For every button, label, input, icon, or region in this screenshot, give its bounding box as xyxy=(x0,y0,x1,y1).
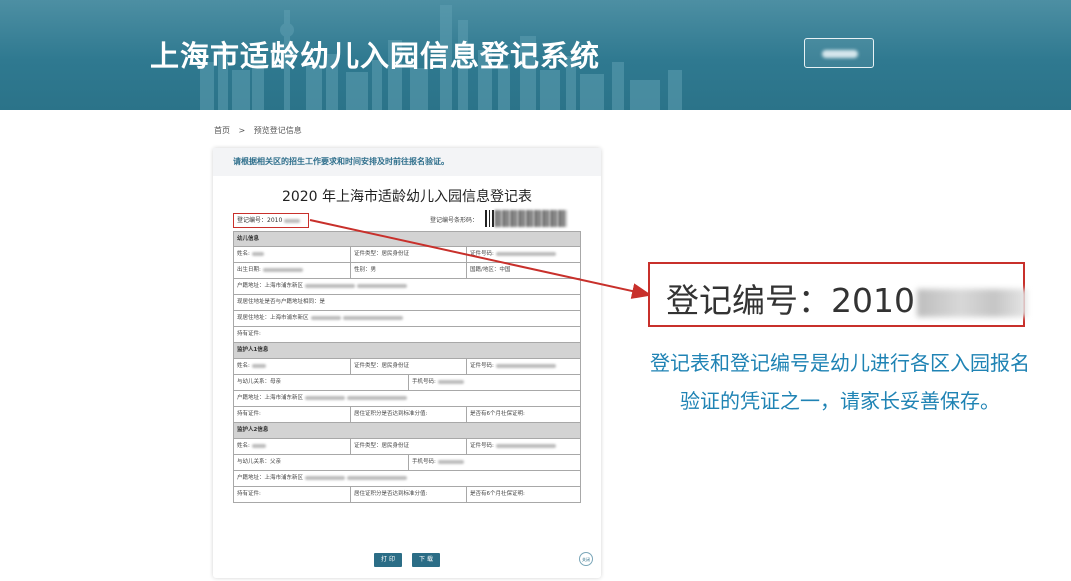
child-nation: 国籍/地区：中国 xyxy=(466,263,582,278)
guardian2-score: 居住证积分是否达到标准分值: xyxy=(350,487,466,502)
child-same-address: 现居住地址是否与户籍地址相同：是 xyxy=(237,299,326,305)
barcode-label: 登记编号条形码： xyxy=(430,217,479,224)
instruction-caption: 登记表和登记编号是幼儿进行各区入园报名 验证的凭证之一，请家长妥善保存。 xyxy=(620,344,1060,420)
breadcrumb-current: 预览登记信息 xyxy=(253,126,302,135)
section-guardian2-info: 监护人2信息 xyxy=(233,423,581,439)
section-title: 监护人1信息 xyxy=(237,347,269,353)
download-button[interactable]: 下 载 xyxy=(412,553,440,567)
guardian2-hukou: 户籍地址：上海市浦东新区 xyxy=(237,475,304,481)
table-row: 与幼儿关系：父亲 手机号码: xyxy=(233,455,581,471)
caption-line-1: 登记表和登记编号是幼儿进行各区入园报名 xyxy=(650,351,1030,375)
header-banner: 上海市适龄幼儿入园信息登记系统 xyxy=(0,0,1071,110)
registration-form-table: 幼儿信息 姓名: 证件类型：居民身份证 证件号码: 出生日期: 性别：男 国籍/… xyxy=(233,231,581,503)
section-title: 监护人2信息 xyxy=(237,427,269,433)
form-title: 2020 年上海市适龄幼儿入园信息登记表 xyxy=(281,189,533,205)
guardian1-id-type: 证件类型：居民身份证 xyxy=(350,359,466,374)
child-name: 姓名: xyxy=(237,251,250,257)
guardian1-insurance: 是否有6个月社保证明: xyxy=(466,407,582,422)
registration-number-field: 登记编号：2010 xyxy=(233,213,309,228)
guardian1-score: 居住证积分是否达到标准分值: xyxy=(350,407,466,422)
blurred-button-label xyxy=(822,50,858,58)
table-row: 户籍地址：上海市浦东新区 xyxy=(233,471,581,487)
table-row: 现居住地址：上海市浦东新区 xyxy=(233,311,581,327)
child-gender: 性别：男 xyxy=(350,263,466,278)
redacted-digits xyxy=(916,288,1027,317)
child-id-no: 证件号码: xyxy=(470,251,494,257)
registration-number-text: 登记编号：2010 xyxy=(237,217,283,224)
registration-card: 请根据相关区的招生工作要求和时间安排及时前往报名验证。 2020 年上海市适龄幼… xyxy=(213,148,601,578)
site-title: 上海市适龄幼儿入园信息登记系统 xyxy=(150,39,601,73)
child-live-address: 现居住地址：上海市浦东新区 xyxy=(237,315,309,321)
child-birth: 出生日期: xyxy=(237,267,261,273)
guardian2-id-type: 证件类型：居民身份证 xyxy=(350,439,466,454)
caption-line-2: 验证的凭证之一，请家长妥善保存。 xyxy=(680,389,1000,413)
section-guardian1-info: 监护人1信息 xyxy=(233,343,581,359)
guardian2-id-no: 证件号码: xyxy=(470,443,494,449)
guardian1-name: 姓名: xyxy=(237,363,250,369)
table-row: 与幼儿关系：母亲 手机号码: xyxy=(233,375,581,391)
child-id-type: 证件类型：居民身份证 xyxy=(350,247,466,262)
table-row: 户籍地址：上海市浦东新区 xyxy=(233,391,581,407)
guardian2-insurance: 是否有6个月社保证明: xyxy=(466,487,582,502)
table-row: 户籍地址：上海市浦东新区 xyxy=(233,279,581,295)
table-row: 出生日期: 性别：男 国籍/地区：中国 xyxy=(233,263,581,279)
redacted-digits xyxy=(284,218,301,223)
header-account-button[interactable] xyxy=(804,38,874,68)
section-child-info: 幼儿信息 xyxy=(233,231,581,247)
table-row: 持有证件: 居住证积分是否达到标准分值: 是否有6个月社保证明: xyxy=(233,487,581,503)
child-hukou: 户籍地址：上海市浦东新区 xyxy=(237,283,304,289)
print-button[interactable]: 打 印 xyxy=(374,553,402,567)
breadcrumb-separator: > xyxy=(238,126,246,135)
guardian1-phone: 手机号码: xyxy=(412,379,436,385)
guardian2-phone: 手机号码: xyxy=(412,459,436,465)
table-row: 持有证件: xyxy=(233,327,581,343)
table-row: 姓名: 证件类型：居民身份证 证件号码: xyxy=(233,359,581,375)
action-buttons: 打 印 下 载 xyxy=(213,553,601,569)
table-row: 现居住地址是否与户籍地址相同：是 xyxy=(233,295,581,311)
child-cert: 持有证件: xyxy=(237,331,261,337)
registration-number-callout: 登记编号：2010 xyxy=(648,262,1027,327)
table-row: 姓名: 证件类型：居民身份证 证件号码: xyxy=(233,439,581,455)
breadcrumb: 首页 > 预览登记信息 xyxy=(214,125,308,136)
notice-banner: 请根据相关区的招生工作要求和时间安排及时前往报名验证。 xyxy=(213,148,601,176)
callout-registration-number: 登记编号：2010 xyxy=(666,281,915,320)
guardian1-hukou: 户籍地址：上海市浦东新区 xyxy=(237,395,304,401)
guardian2-relation: 与幼儿关系：父亲 xyxy=(237,459,282,465)
guardian2-cert: 持有证件: xyxy=(237,491,261,497)
guardian1-relation: 与幼儿关系：母亲 xyxy=(237,379,282,385)
guardian1-id-no: 证件号码: xyxy=(470,363,494,369)
guardian2-name: 姓名: xyxy=(237,443,250,449)
close-button[interactable]: 关闭 xyxy=(579,552,593,566)
breadcrumb-home-link[interactable]: 首页 xyxy=(214,126,230,135)
table-row: 持有证件: 居住证积分是否达到标准分值: 是否有6个月社保证明: xyxy=(233,407,581,423)
barcode-image xyxy=(485,210,567,227)
section-title: 幼儿信息 xyxy=(237,236,260,242)
guardian1-cert: 持有证件: xyxy=(237,411,261,417)
table-row: 姓名: 证件类型：居民身份证 证件号码: xyxy=(233,247,581,263)
